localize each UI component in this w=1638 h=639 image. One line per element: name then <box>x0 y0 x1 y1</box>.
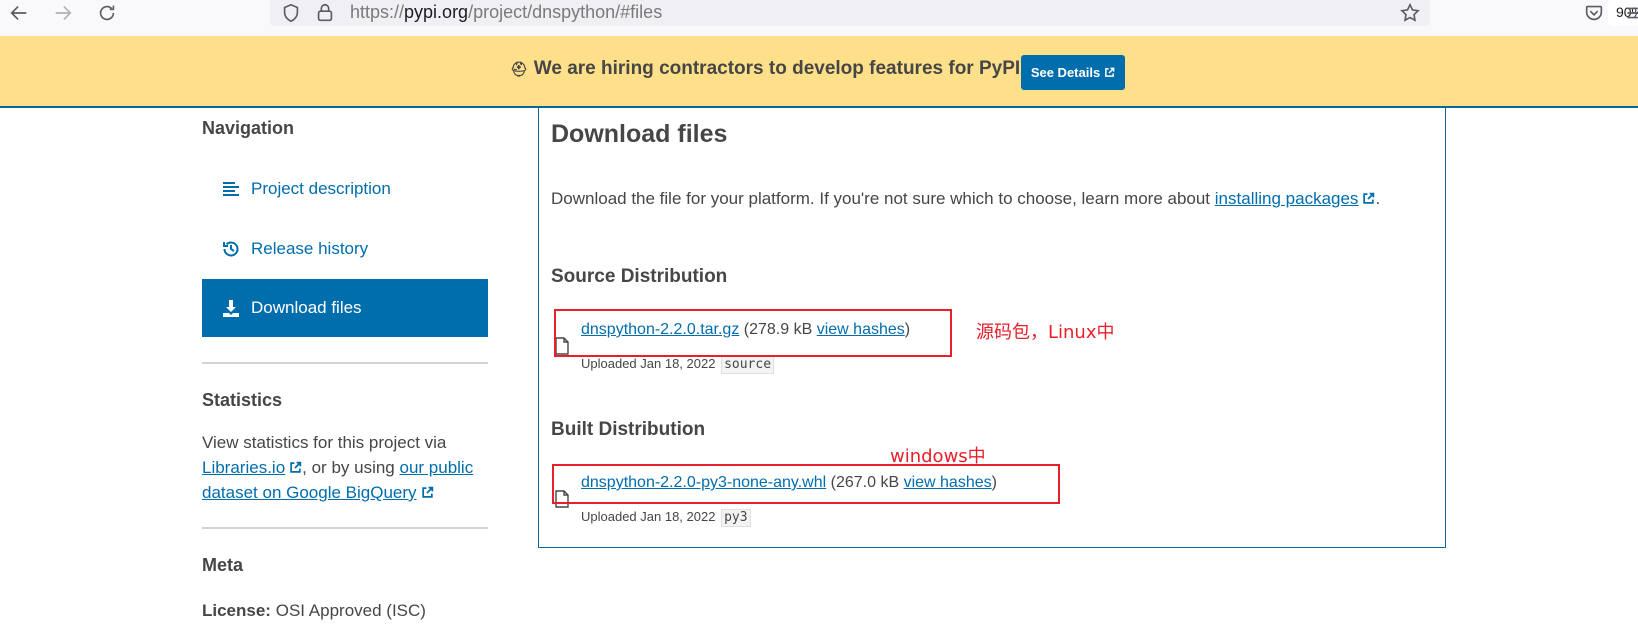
nav-label: Project description <box>251 179 391 198</box>
installing-packages-link[interactable]: installing packages <box>1215 189 1376 208</box>
upload-info: Uploaded Jan 18, 2022 source <box>581 356 775 374</box>
url-bar[interactable]: https://pypi.org/project/dnspython/#file… <box>270 0 1638 26</box>
license-value: OSI Approved (ISC) <box>275 601 426 620</box>
statistics-text: View statistics for this project via Lib… <box>202 430 488 505</box>
source-distribution-heading: Source Distribution <box>551 266 728 287</box>
upload-info: Uploaded Jan 18, 2022 py3 <box>581 509 751 527</box>
lock-icon[interactable] <box>314 2 336 24</box>
built-file-highlight-box <box>552 464 1060 504</box>
see-details-label: See Details <box>1030 65 1101 80</box>
nav-label: Release history <box>251 239 369 258</box>
forward-arrow-icon[interactable] <box>52 2 74 24</box>
intro-end: . <box>1375 189 1381 208</box>
sidebar-divider <box>202 527 488 529</box>
url-host: pypi.org <box>404 2 469 22</box>
intro-text: Download the file for your platform. If … <box>551 189 1211 208</box>
nav-item-project-description[interactable]: Project description <box>202 160 488 218</box>
hard-hat-icon: ⛑ <box>510 61 528 77</box>
download-intro: Download the file for your platform. If … <box>551 189 1380 209</box>
url-text[interactable]: https://pypi.org/project/dnspython/#file… <box>350 2 662 23</box>
menu-overflow-icon[interactable] <box>1622 2 1638 24</box>
license-line: License: OSI Approved (ISC) <box>202 598 488 623</box>
meta-heading: Meta <box>202 555 244 575</box>
built-distribution-heading: Built Distribution <box>551 419 706 440</box>
source-annotation-text: 源码包，Linux中 <box>976 322 1115 343</box>
shield-icon[interactable] <box>280 2 302 24</box>
source-file-highlight-box <box>554 309 952 357</box>
page-title: Download files <box>551 120 728 148</box>
external-link-icon <box>290 461 302 473</box>
statistics-heading: Statistics <box>202 390 283 410</box>
file-tag: source <box>721 356 775 374</box>
upload-date: Uploaded Jan 18, 2022 <box>581 356 716 371</box>
bigquery-dataset-link-cont[interactable]: dataset on Google BigQuery <box>202 483 434 502</box>
external-link-icon <box>421 486 433 498</box>
banner-text: We are hiring contractors to develop fea… <box>533 58 1027 79</box>
file-tag: py3 <box>721 509 751 527</box>
navigation-heading: Navigation <box>202 118 295 138</box>
nav-label: Download files <box>251 298 362 317</box>
bookmark-star-icon[interactable] <box>1399 2 1421 24</box>
license-label: License: <box>202 601 271 620</box>
banner-message: ⛑ We are hiring contractors to develop fe… <box>510 58 1027 80</box>
external-link-icon <box>1105 67 1115 77</box>
statistics-intro: View statistics for this project via <box>202 433 447 452</box>
url-prefix: https:// <box>350 2 405 22</box>
reload-icon[interactable] <box>96 2 118 24</box>
hiring-banner: ⛑ We are hiring contractors to develop fe… <box>0 36 1638 108</box>
browser-toolbar: https://pypi.org/project/dnspython/#file… <box>0 0 1638 36</box>
libraries-io-link[interactable]: Libraries.io <box>202 458 302 477</box>
external-link-icon <box>1363 192 1375 204</box>
nav-item-download-files[interactable]: Download files <box>202 279 488 337</box>
upload-date: Uploaded Jan 18, 2022 <box>581 509 716 524</box>
history-icon <box>221 239 241 259</box>
sidebar-divider <box>202 362 488 364</box>
bigquery-dataset-link[interactable]: our public <box>400 458 474 477</box>
download-icon <box>221 298 241 318</box>
windows-annotation-text: windows中 <box>890 446 986 467</box>
statistics-middle: , or by using <box>302 458 395 477</box>
pocket-icon[interactable] <box>1583 2 1605 24</box>
align-left-icon <box>221 179 241 199</box>
see-details-button[interactable]: See Details <box>1021 55 1125 90</box>
back-arrow-icon[interactable] <box>8 2 30 24</box>
nav-item-release-history[interactable]: Release history <box>202 220 488 278</box>
url-path: /project/dnspython/#files <box>468 2 663 22</box>
